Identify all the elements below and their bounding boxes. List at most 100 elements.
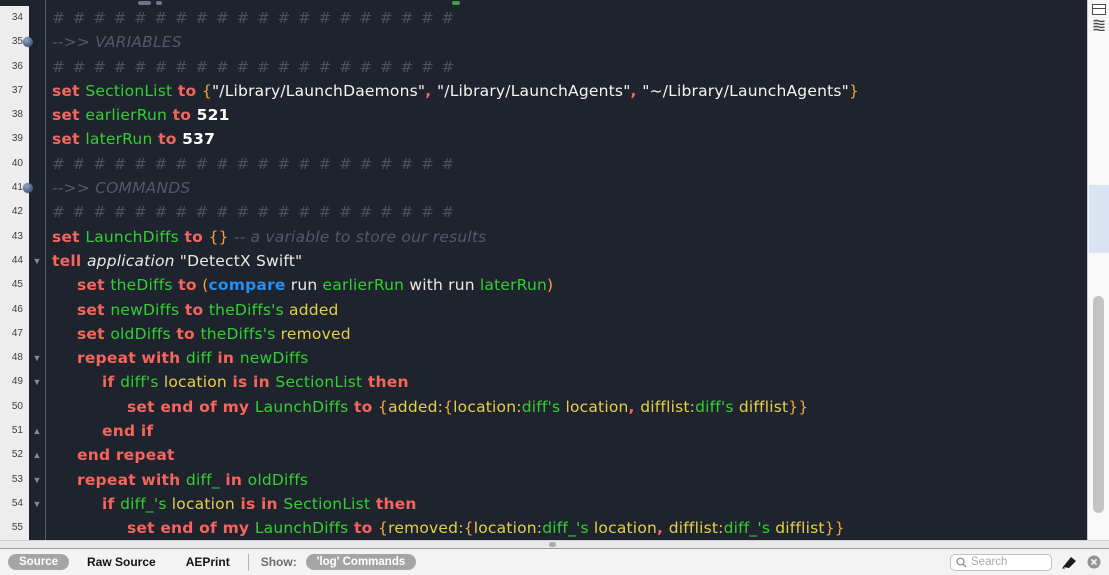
code-token: is in [226,373,276,392]
code-token: laterRun [479,276,547,295]
vertical-scrollbar[interactable] [1087,0,1109,540]
fold-toggle-icon[interactable]: ▲ [33,450,42,460]
code-token: diff_'s [723,519,771,538]
code-token: if [102,373,121,392]
fold-toggle-icon[interactable]: ▼ [33,499,42,509]
code-token: "~/Library/LaunchAgents" [642,81,849,100]
code-text: #################### [46,6,1087,30]
fold-column [29,394,46,420]
code-text: -->> VARIABLES [46,30,1087,54]
code-token: laterRun [85,130,153,149]
code-line: 40 #################### [0,151,1087,177]
code-token: { [463,519,474,538]
code-text: -->> COMMANDS [46,176,1087,200]
fold-column [29,6,46,31]
split-view-icon[interactable] [1091,3,1106,15]
tab-source[interactable]: Source [8,554,69,570]
code-token: LaunchDiffs [254,397,349,416]
fold-toggle-icon[interactable]: ▼ [33,475,42,485]
search-input[interactable] [971,556,1046,568]
fold-column: ▲ [29,443,46,468]
fold-column [29,54,46,79]
code-token: location: [453,397,522,416]
code-token: repeat with [77,470,186,489]
pane-splitter[interactable] [0,540,1109,548]
code-token: if [102,494,121,513]
clipped-text-artifact [138,1,151,5]
fold-toggle-icon[interactable]: ▼ [33,256,42,266]
code-line: 55 set end of my LaunchDiffs to {removed:… [0,516,1087,540]
code-line: 53 ▼ repeat with diff_ in oldDiffs [0,467,1087,492]
code-token: -->> VARIABLES [52,33,182,52]
line-number: 43 [0,224,29,249]
code-token: #################### [52,154,462,173]
toolbar-divider [247,553,249,571]
log-commands-filter-button[interactable]: 'log' Commands [305,554,417,570]
search-field[interactable] [950,553,1052,571]
code-token: added [289,300,339,319]
tab-aeprint[interactable]: AEPrint [182,553,234,571]
code-text: set theDiffs to (compare run earlierRun … [46,273,1087,297]
fold-column: ▼ [29,370,46,395]
code-text: set end of my LaunchDiffs to {added:{loc… [46,395,1087,419]
code-token: , [630,81,643,100]
code-token: SectionList [275,373,363,392]
code-line: 41 -->> COMMANDS [0,176,1087,201]
code-token: tell [52,251,87,270]
marker-list-icon[interactable] [1092,18,1106,32]
code-token: } [849,81,860,100]
code-token: then [370,494,417,513]
code-token: diff's [695,397,734,416]
line-number: 48 [0,346,29,371]
marker-dot-icon[interactable] [23,37,33,48]
code-token: to [178,227,209,246]
clear-button[interactable] [1087,555,1101,569]
clipped-text-artifact [452,1,460,5]
fold-column [23,30,46,55]
line-number: 47 [0,321,29,347]
code-token: diff_'s [120,494,167,513]
code-editor[interactable]: 34 #################### 35 -->> VARIABLES 36… [0,0,1087,540]
code-token: is in [234,494,284,513]
scrollbar-header [1088,2,1109,33]
scrollbar-thumb[interactable] [1093,296,1104,513]
code-token: set end of my [127,397,255,416]
code-token: removed [280,324,351,343]
code-text: if diff_'s location is in SectionList th… [46,492,1087,516]
line-number: 42 [0,200,29,225]
code-token: application [86,251,175,270]
line-number: 34 [0,6,29,31]
line-number: 39 [0,127,29,152]
code-text: set SectionList to {"/Library/LaunchDaem… [46,79,1087,103]
fold-toggle-icon[interactable]: ▼ [33,353,42,363]
code-token: #################### [52,203,462,222]
bottom-toolbar: Source Raw Source AEPrint Show: 'log' Co… [0,548,1109,575]
code-line: 51 ▲ end if [0,419,1087,444]
code-token: oldDiffs [110,324,171,343]
splitter-handle[interactable] [549,542,556,547]
fold-toggle-icon[interactable]: ▼ [33,377,42,387]
code-line: 39 set laterRun to 537 [0,127,1087,152]
code-text: #################### [46,55,1087,79]
line-number: 44 [0,248,29,274]
fold-toggle-icon[interactable]: ▲ [33,426,42,436]
tab-raw-source[interactable]: Raw Source [83,553,160,571]
fold-column: ▲ [29,419,46,444]
code-token: { [378,397,389,416]
fold-column [29,321,46,347]
code-line: 43 set LaunchDiffs to {} -- a variable to… [0,224,1087,249]
code-token: SectionList [283,494,371,513]
eraser-icon[interactable] [1061,555,1078,569]
code-token: set [52,130,86,149]
search-icon [956,556,967,568]
marker-dot-icon[interactable] [23,183,33,194]
code-token: , [628,397,641,416]
line-number: 49 [0,370,29,395]
fold-column [29,224,46,249]
code-line: 45 set theDiffs to (compare run earlierRu… [0,273,1087,298]
code-token: diff's [120,373,159,392]
code-text: if diff's location is in SectionList the… [46,370,1087,394]
code-token: set end of my [127,519,255,538]
code-text: tell application "DetectX Swift" [46,249,1087,273]
code-token: location [593,519,658,538]
